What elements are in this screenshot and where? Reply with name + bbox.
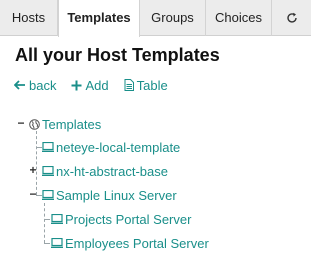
tab-bar: Hosts Templates Groups Choices	[0, 0, 311, 37]
back-link[interactable]: back	[14, 78, 56, 93]
tab-hosts[interactable]: Hosts	[0, 0, 58, 36]
monitor-icon	[42, 190, 54, 200]
tree-node-label[interactable]: neteye-local-template	[56, 140, 180, 155]
add-link[interactable]: Add	[71, 77, 109, 93]
tree-connector	[44, 243, 50, 244]
tree-node: − Sample Linux Server	[29, 187, 177, 203]
monitor-icon	[51, 214, 63, 224]
tree-node: neteye-local-template	[42, 139, 180, 155]
table-label: Table	[136, 77, 168, 93]
monitor-icon	[42, 166, 54, 176]
tab-choices[interactable]: Choices	[206, 0, 272, 36]
refresh-button[interactable]	[272, 0, 311, 36]
collapse-toggle[interactable]: −	[28, 188, 38, 200]
tab-templates[interactable]: Templates	[58, 0, 140, 37]
tree-node-label[interactable]: Employees Portal Server	[65, 236, 209, 251]
tree-connector	[44, 203, 45, 243]
back-label: back	[29, 77, 57, 93]
tab-groups[interactable]: Groups	[140, 0, 206, 36]
tree-node-label[interactable]: Sample Linux Server	[56, 188, 177, 203]
monitor-icon	[51, 238, 63, 248]
action-bar: back Add Table	[14, 77, 168, 93]
plus-icon	[71, 80, 82, 91]
page-title: All your Host Templates	[15, 45, 220, 65]
tree-node: Employees Portal Server	[51, 235, 209, 251]
tree-node: Projects Portal Server	[51, 211, 191, 227]
tree-node-label[interactable]: Projects Portal Server	[65, 212, 191, 227]
tree-node: + nx-ht-abstract-base	[29, 163, 168, 179]
add-label: Add	[85, 77, 109, 93]
tree-node-label[interactable]: Templates	[42, 117, 101, 132]
monitor-icon	[42, 142, 54, 152]
expand-toggle[interactable]: +	[28, 164, 38, 176]
document-icon	[124, 79, 134, 91]
tree-node-templates: − Templates	[16, 116, 101, 132]
tree-node-label[interactable]: nx-ht-abstract-base	[56, 164, 168, 179]
arrow-left-icon	[14, 80, 26, 90]
collapse-toggle[interactable]: −	[16, 117, 26, 129]
table-link[interactable]: Table	[124, 78, 168, 93]
refresh-icon	[286, 12, 297, 23]
tree-connector	[44, 219, 50, 220]
globe-icon	[29, 118, 40, 130]
